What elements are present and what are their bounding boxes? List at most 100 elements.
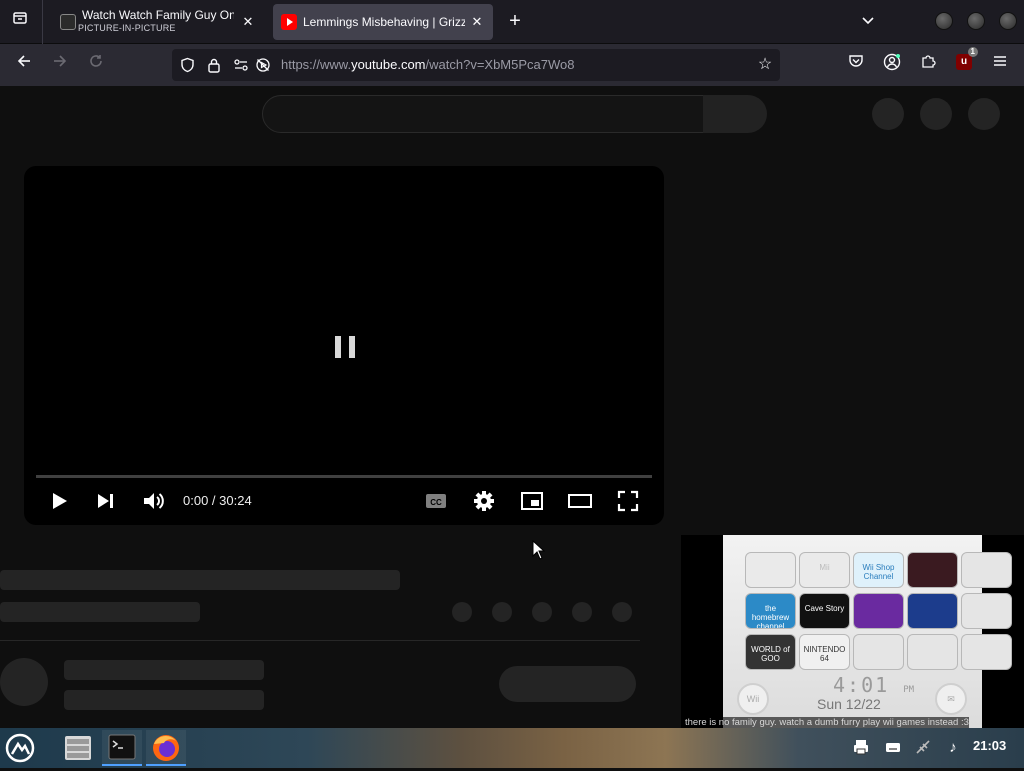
url-path: /watch?v=XbM5Pca7Wo8 — [425, 57, 575, 72]
wii-channel-tile — [961, 593, 1012, 629]
wii-time: 4:01 — [833, 673, 890, 697]
ublock-letter: u — [960, 56, 968, 67]
wii-channel-tile: WORLD of GOO — [745, 634, 796, 670]
permissions-icon[interactable] — [233, 57, 249, 73]
svg-text:CC: CC — [430, 498, 442, 507]
mouse-cursor-icon — [532, 540, 546, 560]
action-placeholder — [612, 602, 632, 622]
wii-channel-tile — [907, 593, 958, 629]
action-placeholder — [572, 602, 592, 622]
wii-clock: 4:01 PM — [833, 673, 914, 697]
title-placeholder — [0, 570, 400, 590]
wii-channel-tile — [853, 593, 904, 629]
wii-channel-tile — [907, 634, 958, 670]
wii-date: Sun 12/22 — [817, 696, 881, 712]
tab-pip-subtitle: PICTURE-IN-PICTURE — [78, 23, 176, 33]
forward-arrow-icon[interactable] — [48, 53, 72, 77]
close-tab-icon[interactable]: ✕ — [469, 14, 485, 30]
progress-bar[interactable] — [36, 475, 652, 478]
url-host: youtube.com — [351, 57, 426, 72]
wii-channel-tile: NINTENDO 64 — [799, 634, 850, 670]
search-bar-placeholder[interactable] — [262, 95, 704, 133]
action-placeholder — [452, 602, 472, 622]
address-bar[interactable]: https://www.youtube.com/watch?v=XbM5Pca7… — [172, 49, 780, 81]
youtube-favicon-icon — [281, 14, 297, 30]
wii-channel-tile — [745, 552, 796, 588]
channel-subs-placeholder — [64, 690, 264, 710]
hamburger-menu-icon[interactable] — [988, 53, 1012, 77]
firefox-icon[interactable] — [146, 730, 186, 766]
wii-channel-tile — [961, 634, 1012, 670]
wii-mail-icon: ✉ — [935, 683, 967, 715]
pip-caption: there is no family guy. watch a dumb fur… — [685, 717, 969, 728]
wii-channel-tile: Mii — [799, 552, 850, 588]
tab-lemmings[interactable]: Lemmings Misbehaving | Grizz ✕ — [273, 4, 493, 40]
miniplayer-icon[interactable] — [519, 488, 545, 514]
divider — [0, 640, 640, 641]
volume-icon[interactable] — [140, 488, 166, 514]
printer-icon[interactable] — [851, 738, 871, 758]
action-placeholder — [492, 602, 512, 622]
channel-name-placeholder — [64, 660, 264, 680]
fullscreen-icon[interactable] — [615, 488, 641, 514]
tracking-protection-shield-icon[interactable] — [179, 57, 195, 73]
url-prefix: https://www. — [281, 57, 352, 72]
firefox-view-icon[interactable] — [8, 10, 32, 34]
maximize-window-button[interactable] — [967, 12, 985, 30]
header-icon-placeholder — [968, 98, 1000, 130]
minimize-window-button[interactable] — [935, 12, 953, 30]
tab-title: Watch Watch Family Guy Onlin — [82, 8, 234, 22]
header-icon-placeholder — [920, 98, 952, 130]
tab-family-guy[interactable]: Watch Watch Family Guy Onlin PICTURE-IN-… — [52, 4, 264, 40]
pause-indicator-icon — [335, 336, 355, 358]
network-disconnected-icon[interactable] — [913, 738, 933, 758]
settings-gear-icon[interactable] — [471, 488, 497, 514]
play-icon[interactable] — [46, 488, 72, 514]
keyboard-icon[interactable] — [883, 738, 903, 758]
search-button-placeholder[interactable] — [703, 95, 767, 133]
wii-channel-tile: Cave Story — [799, 593, 850, 629]
list-all-tabs-chevron-icon[interactable] — [856, 10, 880, 34]
wii-channel-tile: Wii Shop Channel — [853, 552, 904, 588]
subscribe-placeholder — [499, 666, 636, 702]
next-video-icon[interactable] — [92, 488, 118, 514]
action-placeholder — [532, 602, 552, 622]
bookmark-star-icon[interactable]: ☆ — [756, 56, 774, 74]
terminal-icon[interactable] — [102, 730, 142, 766]
wii-channel-tile — [961, 552, 1012, 588]
theater-mode-icon[interactable] — [567, 488, 593, 514]
url-text[interactable]: https://www.youtube.com/watch?v=XbM5Pca7… — [281, 57, 575, 72]
file-manager-icon[interactable] — [58, 730, 98, 766]
new-tab-button[interactable]: + — [503, 10, 527, 34]
reload-icon[interactable] — [84, 53, 108, 77]
close-tab-icon[interactable]: ✕ — [240, 14, 256, 30]
closed-captions-icon[interactable]: CC — [423, 488, 449, 514]
ublock-origin-icon[interactable]: u1 — [956, 47, 978, 70]
taskbar: ♪ 21:03 — [0, 728, 1024, 768]
wii-ampm: PM — [903, 685, 915, 695]
tab-title: Lemmings Misbehaving | Grizz — [303, 15, 465, 29]
app-launcher-icon[interactable] — [2, 730, 42, 766]
picture-in-picture-window[interactable]: Mii Wii Shop Channel the homebrew channel C… — [681, 535, 1024, 728]
extensions-puzzle-icon[interactable] — [916, 53, 940, 77]
channel-avatar-placeholder — [0, 658, 48, 706]
music-note-icon[interactable]: ♪ — [943, 738, 963, 758]
autoplay-blocked-icon[interactable] — [255, 57, 271, 73]
header-icon-placeholder — [872, 98, 904, 130]
account-icon[interactable] — [880, 53, 904, 77]
family-guy-favicon-icon — [60, 14, 76, 30]
video-time: 0:00 / 30:24 — [183, 493, 252, 508]
video-player[interactable]: 0:00 / 30:24 CC — [24, 166, 664, 525]
wii-menu-video: Mii Wii Shop Channel the homebrew channel C… — [723, 535, 1012, 728]
back-arrow-icon[interactable] — [12, 53, 36, 77]
meta-placeholder — [0, 602, 200, 622]
taskbar-clock[interactable]: 21:03 — [973, 738, 1006, 753]
navigation-toolbar: https://www.youtube.com/watch?v=XbM5Pca7… — [0, 44, 1024, 86]
wii-channel-tile — [907, 552, 958, 588]
ublock-count-badge: 1 — [967, 47, 978, 57]
pocket-icon[interactable] — [844, 53, 868, 77]
lock-icon[interactable] — [206, 57, 222, 73]
tab-strip: Watch Watch Family Guy Onlin PICTURE-IN-… — [0, 0, 1024, 44]
close-window-button[interactable] — [999, 12, 1017, 30]
wii-channel-tile — [853, 634, 904, 670]
